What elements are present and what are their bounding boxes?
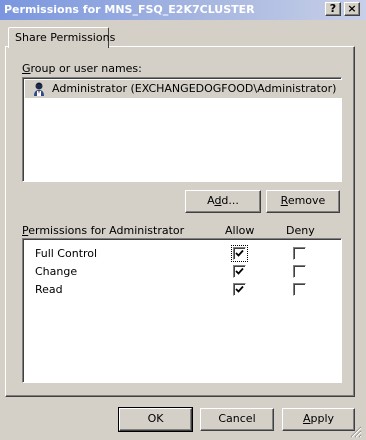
deny-column-header: Deny [286,224,315,237]
cancel-button[interactable]: Cancel [200,408,274,431]
check-icon [235,285,244,293]
add-button[interactable]: Add... [185,190,261,213]
list-item[interactable]: Administrator (EXCHANGEDOGFOOD\Administr… [25,80,343,98]
permissions-label: Permissions for Administrator [22,224,185,237]
tab-label: Share Permissions [15,31,116,44]
title-bar[interactable]: Permissions for MNS_FSQ_E2K7CLUSTER ? × [0,0,366,20]
full-control-allow-checkbox[interactable] [231,245,248,262]
ok-button[interactable]: OK [118,407,193,432]
permission-change: Change [35,265,78,278]
allow-column-header: Allow [225,224,255,237]
help-button[interactable]: ? [325,2,341,16]
permissions-list[interactable]: Full Control Change Read [22,238,342,383]
change-deny-checkbox[interactable] [293,265,306,278]
permission-full-control: Full Control [35,247,98,260]
resize-grip-icon[interactable] [350,426,362,438]
full-control-deny-checkbox[interactable] [293,247,306,260]
change-allow-checkbox[interactable] [233,265,246,278]
close-icon: × [347,2,357,15]
tab-share-permissions[interactable]: Share Permissions [8,27,115,48]
check-icon [235,267,244,275]
window-title: Permissions for MNS_FSQ_E2K7CLUSTER [4,3,255,16]
read-allow-checkbox[interactable] [233,283,246,296]
permission-read: Read [35,283,63,296]
remove-button[interactable]: Remove [266,190,340,213]
group-list-label: Group or user names: [22,62,142,75]
close-button[interactable]: × [344,2,360,16]
read-deny-checkbox[interactable] [293,283,306,296]
apply-button[interactable]: Apply [282,408,355,431]
check-icon [235,249,244,257]
group-user-list[interactable]: Administrator (EXCHANGEDOGFOOD\Administr… [22,77,343,182]
user-icon [34,82,44,96]
help-icon: ? [329,2,337,15]
user-name: Administrator (EXCHANGEDOGFOOD\Administr… [52,82,337,95]
permissions-dialog: Permissions for MNS_FSQ_E2K7CLUSTER ? × … [0,0,366,440]
